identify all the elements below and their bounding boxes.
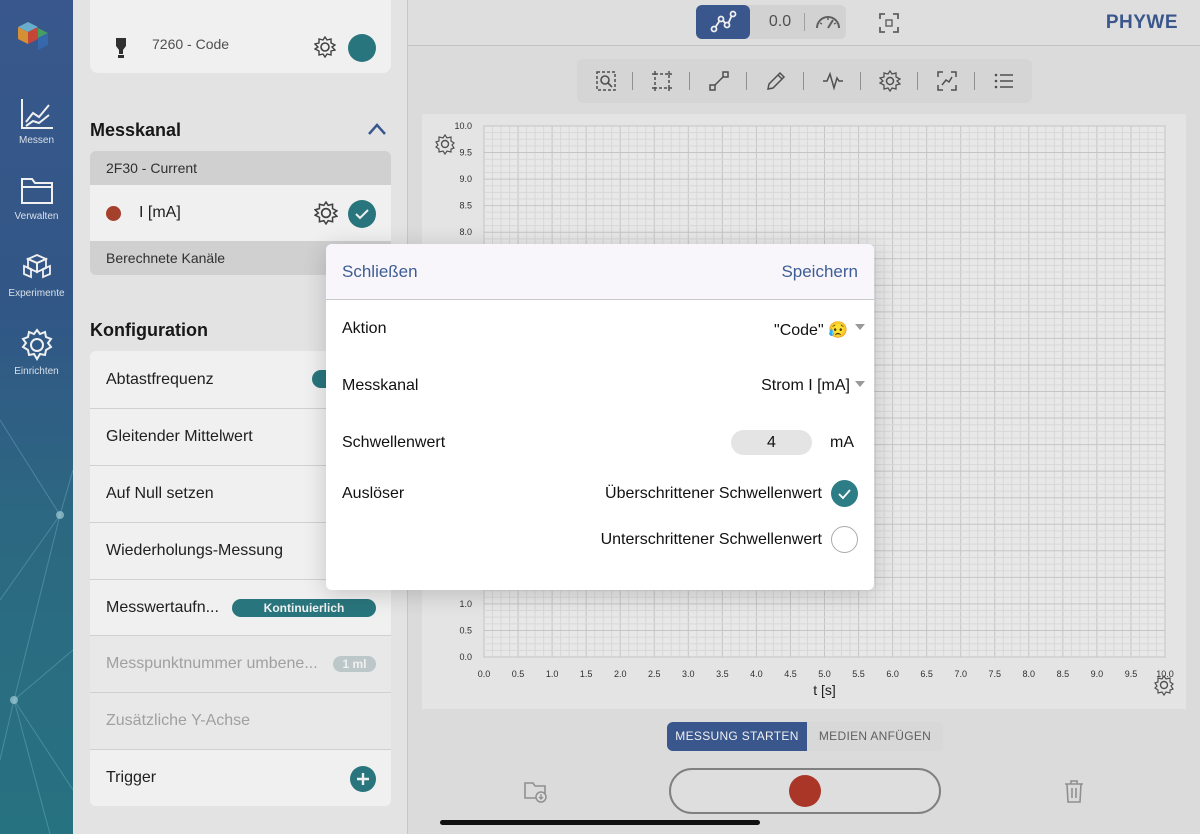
trigger-label: Auslöser: [342, 485, 405, 502]
option-exceeded-label[interactable]: Überschrittener Schwellenwert: [605, 485, 822, 503]
option-undercut-radio[interactable]: [831, 526, 858, 553]
threshold-unit: mA: [830, 434, 854, 451]
action-label: Aktion: [342, 320, 387, 337]
checkmark-icon: [838, 489, 851, 500]
threshold-input[interactable]: [731, 430, 812, 455]
close-button[interactable]: Schließen: [342, 262, 418, 282]
channel-select[interactable]: Strom I [mA]: [761, 377, 850, 395]
channel-label: Messkanal: [342, 377, 419, 394]
action-select[interactable]: "Code" 😥: [774, 320, 848, 340]
action-dropdown-caret-icon[interactable]: [855, 324, 865, 330]
trigger-dialog: Schließen Speichern Aktion "Code" 😥 Mess…: [326, 244, 874, 590]
save-button[interactable]: Speichern: [781, 262, 858, 282]
channel-dropdown-caret-icon[interactable]: [855, 381, 865, 387]
dialog-header: Schließen Speichern: [326, 244, 874, 300]
option-exceeded-radio[interactable]: [831, 480, 858, 507]
threshold-label: Schwellenwert: [342, 434, 446, 451]
option-undercut-label[interactable]: Unterschrittener Schwellenwert: [601, 531, 822, 549]
